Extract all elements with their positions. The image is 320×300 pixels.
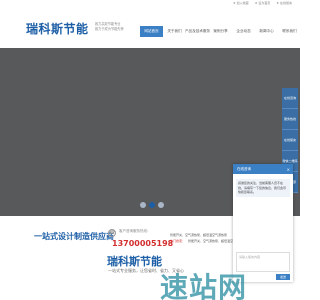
sidebar-hotline[interactable]: 服务热线 — [282, 109, 298, 130]
top-bar: ★ 加入收藏 ★ 设为首页 ★ 在线留言 — [0, 0, 300, 8]
phone-icon: ☎ — [108, 229, 116, 237]
leave-message-link[interactable]: ★ 在线留言 — [276, 1, 292, 5]
hotline-label: 客户咨询服务热线： — [119, 229, 151, 233]
banner-dot-1[interactable] — [140, 202, 146, 208]
chat-header: 在线咨询 × — [233, 164, 293, 174]
watermark-logo: 速站网 — [160, 271, 248, 300]
chat-title: 在线咨询 — [237, 166, 251, 171]
service-slogan: 一站式设计制造供应商 — [34, 232, 114, 241]
close-icon[interactable]: × — [287, 167, 290, 172]
nav-item-about[interactable]: 关于我们 — [163, 26, 186, 37]
nav-item-cases[interactable]: 案例分享 — [209, 26, 232, 37]
sidebar-message[interactable]: 在线留言 — [282, 130, 298, 151]
main-nav: 网站首页 关于我们 产品及技术服务 案例分享 企业动态 新闻中心 联系我们 — [140, 26, 301, 37]
top-links: ★ 加入收藏 ★ 设为首页 ★ 在线留言 — [233, 1, 292, 5]
chat-widget: 在线咨询 × 感谢您的关注，当前客服人员不在线，请填写一下您的信息，我们会尽快和… — [233, 164, 293, 282]
nav-item-company-news[interactable]: 企业动态 — [232, 26, 255, 37]
chat-message: 感谢您的关注，当前客服人员不在线，请填写一下您的信息，我们会尽快和您联系。 — [236, 179, 290, 197]
banner-dot-3[interactable] — [158, 202, 164, 208]
tagline-line-2: 致力于成为节能先锋 — [95, 27, 124, 31]
banner-pagination — [140, 202, 164, 208]
nav-item-news[interactable]: 新闻中心 — [255, 26, 278, 37]
company-name: 瑞科斯节能 — [107, 255, 162, 268]
nav-item-products[interactable]: 产品及技术服务 — [185, 26, 210, 37]
site-logo[interactable]: 瑞科斯节能 — [26, 20, 89, 37]
add-favorite-link[interactable]: ★ 加入收藏 — [233, 1, 249, 5]
sidebar-online-consult[interactable]: 在线咨询 — [282, 88, 298, 109]
hot-search-label: 热门搜索： — [170, 239, 186, 243]
nav-item-contact[interactable]: 联系我们 — [278, 26, 301, 37]
nav-item-home[interactable]: 网站首页 — [140, 26, 163, 37]
set-homepage-link[interactable]: ★ 设为首页 — [255, 1, 271, 5]
banner-dot-2[interactable] — [149, 202, 155, 208]
chat-send-button[interactable]: 发送 — [276, 274, 290, 280]
tagline: 致力高效节能专业 致力于成为节能先锋 — [95, 22, 124, 32]
hotline-number[interactable]: 13700005198 — [112, 239, 173, 248]
